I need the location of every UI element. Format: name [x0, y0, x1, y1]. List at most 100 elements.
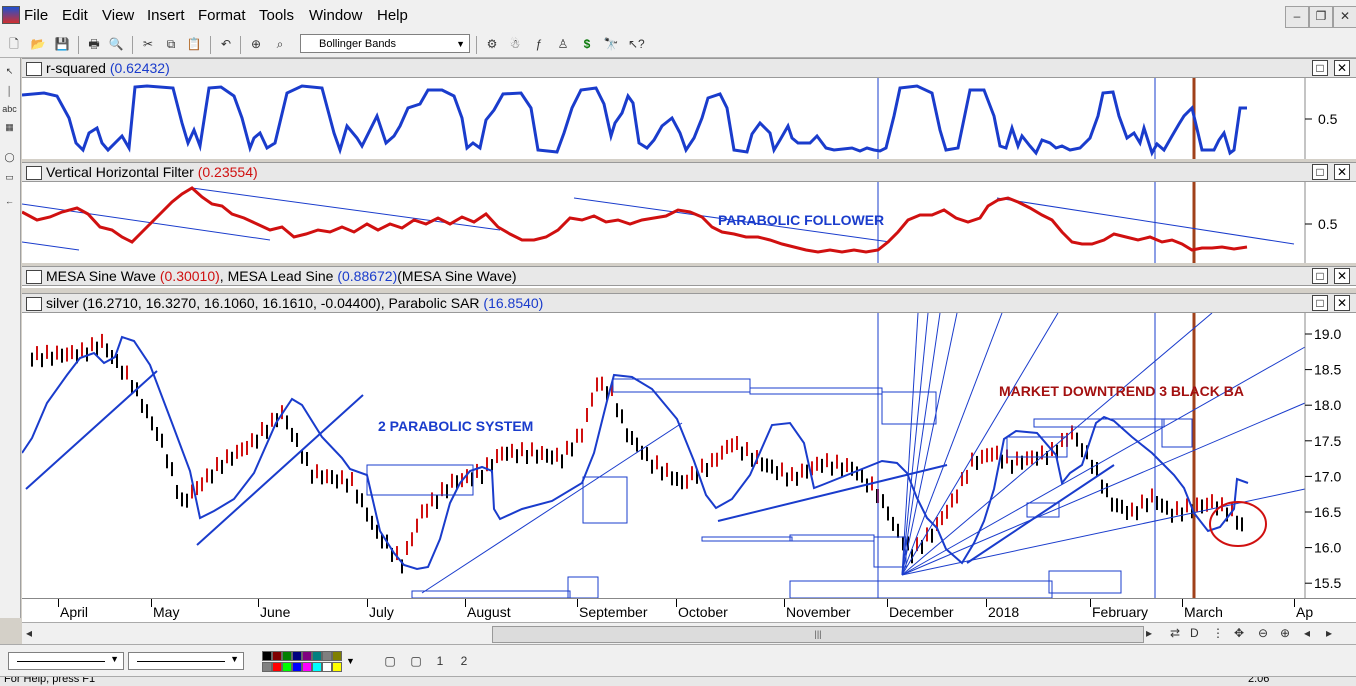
- close-pane-icon[interactable]: ✕: [1334, 60, 1350, 76]
- date-label: April: [60, 604, 89, 620]
- menu-help[interactable]: Help: [377, 7, 408, 24]
- ellipse-icon[interactable]: ◯: [1, 152, 18, 163]
- dollar-icon[interactable]: $: [579, 36, 595, 52]
- zoom-icon[interactable]: ⌕: [272, 36, 288, 52]
- date-label: 2018: [988, 604, 1020, 620]
- menu-format[interactable]: Format: [198, 7, 246, 24]
- line-style-select[interactable]: ▼: [8, 652, 124, 670]
- daily-period-icon[interactable]: D: [1190, 626, 1199, 640]
- pane-title-bar: Vertical Horizontal Filter (0.23554) □ ✕: [22, 162, 1356, 182]
- page-icon[interactable]: ▢: [382, 653, 398, 669]
- system-test-icon[interactable]: ♙: [555, 36, 571, 52]
- toolbar: 🗋 📂 💾 🖶 🔍 ✂ ⧉ 📋 ↶ ⊕ ⌕ Bollinger Bands ▼ …: [0, 31, 1356, 58]
- pane-label: Vertical Horizontal Filter: [46, 164, 194, 180]
- close-pane-icon[interactable]: ✕: [1334, 295, 1350, 311]
- menu-bar: File Edit View Insert Format Tools Windo…: [0, 0, 1356, 32]
- pane-icon: [26, 62, 42, 76]
- close-pane-icon[interactable]: ✕: [1334, 268, 1350, 284]
- zoom-out-icon[interactable]: ⊖: [1258, 626, 1268, 640]
- annotation-text: 2 PARABOLIC SYSTEM: [378, 418, 533, 434]
- format-toolbar: ▼ ▼ ▼ ▢ ▢ 1 2: [0, 644, 1356, 677]
- pane-vhf[interactable]: Vertical Horizontal Filter (0.23554) □ ✕…: [22, 162, 1356, 263]
- expert-icon[interactable]: ☃: [507, 36, 523, 52]
- maximize-pane-icon[interactable]: □: [1312, 268, 1328, 284]
- date-axis: April May June July August September Oct…: [22, 598, 1356, 623]
- print-preview-icon[interactable]: 🔍: [108, 36, 124, 52]
- save-icon[interactable]: 💾: [54, 36, 70, 52]
- scroll-right-icon[interactable]: ▸: [1146, 626, 1152, 640]
- layer-two-icon[interactable]: 2: [456, 653, 472, 669]
- pane-label: r-squared: [46, 60, 106, 76]
- maximize-pane-icon[interactable]: □: [1312, 164, 1328, 180]
- grid-icon[interactable]: ▦: [1, 122, 18, 133]
- axis-label: 16.5: [1314, 504, 1341, 520]
- undo-icon[interactable]: ↶: [218, 36, 234, 52]
- close-button[interactable]: ✕: [1333, 6, 1356, 28]
- line-icon[interactable]: │: [1, 86, 18, 96]
- formula-icon[interactable]: ƒ: [531, 36, 547, 52]
- paste-icon[interactable]: 📋: [186, 36, 202, 52]
- periodicity-icon[interactable]: ⋮: [1212, 626, 1224, 640]
- insert-study-icon[interactable]: ⚙: [484, 36, 500, 52]
- date-label: July: [369, 604, 394, 620]
- minimize-button[interactable]: –: [1285, 6, 1309, 28]
- scrollbar-thumb[interactable]: |||: [492, 626, 1144, 643]
- move-icon[interactable]: ✥: [1234, 626, 1244, 640]
- axis-label: 17.5: [1314, 433, 1341, 449]
- line-weight-select[interactable]: ▼: [128, 652, 244, 670]
- date-label: November: [786, 604, 851, 620]
- date-label: December: [889, 604, 954, 620]
- new-icon[interactable]: 🗋: [6, 36, 22, 52]
- menu-file[interactable]: File: [24, 7, 48, 24]
- scroll-toggle-icon[interactable]: ⇄: [1170, 626, 1180, 640]
- layer-one-icon[interactable]: 1: [432, 653, 448, 669]
- copy-icon[interactable]: ⧉: [163, 36, 179, 52]
- pane-value: (0.88672): [337, 268, 398, 284]
- scroll-back-icon[interactable]: ◂: [1304, 626, 1310, 640]
- menu-edit[interactable]: Edit: [62, 7, 88, 24]
- date-label: September: [579, 604, 648, 620]
- app-icon[interactable]: [2, 6, 20, 24]
- date-label: February: [1092, 604, 1149, 620]
- close-pane-icon[interactable]: ✕: [1334, 164, 1350, 180]
- horizontal-scrollbar[interactable]: ◂ ||| ▸ ⇄ D ⋮ ✥ ⊖ ⊕ ◂ ▸: [22, 622, 1356, 645]
- rectangle-icon[interactable]: ▭: [1, 172, 18, 183]
- menu-view[interactable]: View: [102, 7, 134, 24]
- open-icon[interactable]: 📂: [30, 36, 46, 52]
- menu-tools[interactable]: Tools: [259, 7, 294, 24]
- r-squared-plot: 0.5: [22, 78, 1338, 159]
- color-palette[interactable]: ▼: [262, 651, 355, 673]
- annotation-text: MARKET DOWNTREND 3 BLACK BA: [999, 383, 1244, 399]
- pane-icon: [26, 166, 42, 180]
- status-time: 2:06: [1248, 676, 1270, 685]
- cut-icon[interactable]: ✂: [140, 36, 156, 52]
- study-select[interactable]: Bollinger Bands ▼: [300, 34, 470, 53]
- date-label: Ap: [1296, 604, 1314, 620]
- help-pointer-icon[interactable]: ↖?: [628, 36, 645, 52]
- scroll-left-icon[interactable]: ◂: [26, 626, 32, 640]
- restore-button[interactable]: ❐: [1309, 6, 1333, 28]
- maximize-pane-icon[interactable]: □: [1312, 295, 1328, 311]
- menu-window[interactable]: Window: [309, 7, 362, 24]
- pane-title-bar: MESA Sine Wave (0.30010), MESA Lead Sine…: [22, 266, 1356, 286]
- pane-price[interactable]: silver (16.2710, 16.3270, 16.1060, 16.16…: [22, 293, 1356, 598]
- print-icon[interactable]: 🖶: [86, 36, 102, 52]
- pane-mesa-sine-wave[interactable]: MESA Sine Wave (0.30010), MESA Lead Sine…: [22, 266, 1356, 288]
- page-icon[interactable]: ▢: [408, 653, 424, 669]
- annotation-text: PARABOLIC FOLLOWER: [718, 212, 884, 228]
- maximize-pane-icon[interactable]: □: [1312, 60, 1328, 76]
- text-tool-icon[interactable]: abc: [1, 104, 18, 114]
- menu-insert[interactable]: Insert: [147, 7, 185, 24]
- crosshair-icon[interactable]: ⊕: [248, 36, 264, 52]
- zoom-in-icon[interactable]: ⊕: [1280, 626, 1290, 640]
- pane-value: (0.30010): [159, 268, 220, 284]
- chevron-down-icon: ▼: [230, 654, 239, 664]
- explorer-icon[interactable]: 🔭: [603, 36, 619, 52]
- pointer-icon[interactable]: ↖: [1, 66, 18, 77]
- scroll-forward-icon[interactable]: ▸: [1326, 626, 1332, 640]
- price-plot: 2 PARABOLIC SYSTEM MARKET DOWNTREND 3 BL…: [22, 313, 1356, 598]
- axis-label: 19.0: [1314, 326, 1341, 342]
- pane-label: MESA Sine Wave: [46, 268, 160, 284]
- pane-r-squared[interactable]: r-squared (0.62432) □ ✕ 0.5: [22, 58, 1356, 159]
- arrow-icon[interactable]: ←: [1, 196, 18, 206]
